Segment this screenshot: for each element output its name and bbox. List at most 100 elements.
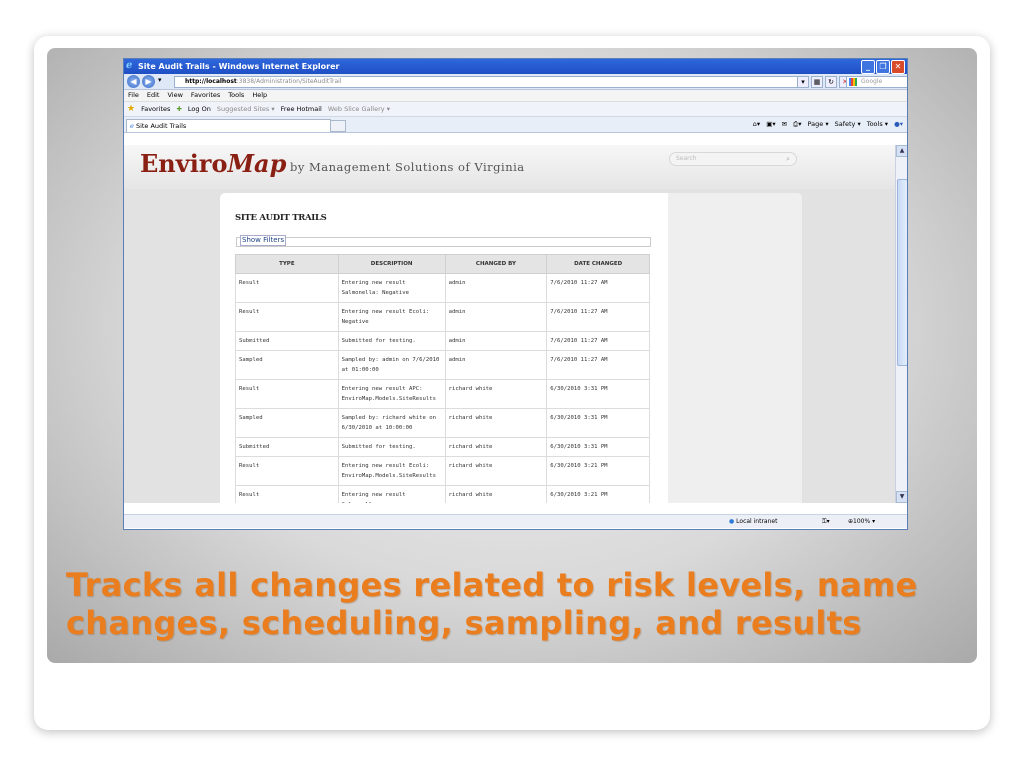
tab-ie-icon: ℯ <box>130 122 134 130</box>
table-row: Submitted Submitted for testing. richard w… <box>235 437 650 457</box>
cmd-safety[interactable]: Safety ▾ <box>835 119 861 130</box>
content-panel: SITE AUDIT TRAILS Show Filters TYPE DESC… <box>220 193 802 503</box>
vertical-scrollbar[interactable]: ▲ ▼ <box>895 145 907 503</box>
search-input[interactable]: Google <box>846 76 907 88</box>
menu-bar: File Edit View Favorites Tools Help <box>124 90 907 102</box>
table-row: Submitted Submitted for testing. admin 7/6/… <box>235 331 650 351</box>
table-row: Result Entering new result Salmonella: Ne… <box>235 273 650 303</box>
cmd-tools[interactable]: Tools ▾ <box>867 119 888 130</box>
cell-changed-by: richard white <box>444 379 548 409</box>
cell-type: Sampled <box>235 408 339 438</box>
col-header-description[interactable]: DESCRIPTION <box>337 254 446 274</box>
fav-link-free-hotmail[interactable]: Free Hotmail <box>281 102 322 116</box>
cell-type: Result <box>235 456 339 486</box>
new-tab-button[interactable] <box>330 120 346 132</box>
maximize-icon[interactable]: ❐ <box>876 60 890 74</box>
menu-edit[interactable]: Edit <box>147 90 160 101</box>
table-row: Result Entering new result Ecoli: EnviroM… <box>235 456 650 486</box>
cell-description: Entering new result Salmonella: <box>337 485 446 503</box>
site-search-placeholder: Search <box>676 155 697 162</box>
intranet-icon: ● <box>729 518 735 525</box>
cell-description: Entering new result Salmonella: Negative <box>337 273 446 303</box>
slide-caption: Tracks all changes related to risk level… <box>66 566 918 642</box>
minimize-icon[interactable]: _ <box>861 60 875 74</box>
favorites-star-icon[interactable]: ★ <box>127 102 135 116</box>
url-path: :3838/Administration/SiteAuditTrail <box>236 78 342 85</box>
fav-link-log-on[interactable]: Log On <box>188 102 211 116</box>
menu-help[interactable]: Help <box>252 90 267 101</box>
help-icon[interactable]: ●▾ <box>894 119 903 130</box>
table-header-row: TYPE DESCRIPTION CHANGED BY DATE CHANGED <box>235 254 650 274</box>
fav-link-web-slice-gallery[interactable]: Web Slice Gallery ▾ <box>328 102 390 116</box>
forward-icon[interactable]: ▶ <box>142 75 155 88</box>
cell-type: Result <box>235 379 339 409</box>
cell-changed-by: richard white <box>444 437 548 457</box>
dropdown-icon[interactable]: ▾ <box>797 76 809 88</box>
status-bar: ● Local intranet ⚿▾ ⊕100% ▾ <box>124 514 907 528</box>
menu-view[interactable]: View <box>167 90 182 101</box>
menu-favorites[interactable]: Favorites <box>191 90 220 101</box>
cell-changed-by: richard white <box>444 456 548 486</box>
back-icon[interactable]: ◀ <box>127 75 140 88</box>
site-search-icon[interactable]: ⌕ <box>786 153 790 165</box>
col-header-date-changed[interactable]: DATE CHANGED <box>546 254 650 274</box>
fav-link-suggested-sites[interactable]: Suggested Sites ▾ <box>217 102 275 116</box>
address-input[interactable]: http://localhost:3838/Administration/Sit… <box>174 76 806 88</box>
ie-logo-icon: ℯ <box>126 60 133 71</box>
table-row: Sampled Sampled by: richard white on 6/30… <box>235 408 650 438</box>
site-tagline: by Management Solutions of Virginia <box>290 160 525 174</box>
google-icon <box>849 78 857 86</box>
cell-changed-by: richard white <box>444 408 548 438</box>
cell-type: Result <box>235 273 339 303</box>
url-host: http://localhost <box>185 78 237 85</box>
cell-type: Submitted <box>235 437 339 457</box>
security-zone[interactable]: ● Local intranet <box>729 515 777 528</box>
col-header-changed-by[interactable]: CHANGED BY <box>444 254 548 274</box>
refresh-icon[interactable]: ↻ <box>825 76 837 88</box>
cell-description: Entering new result APC: EnviroMap.Model… <box>337 379 446 409</box>
cell-type: Sampled <box>235 350 339 380</box>
page-title: SITE AUDIT TRAILS <box>235 213 327 223</box>
scroll-up-icon[interactable]: ▲ <box>896 145 907 157</box>
window-titlebar: ℯ Site Audit Trails - Windows Internet E… <box>124 59 907 74</box>
menu-tools[interactable]: Tools <box>228 90 244 101</box>
recent-pages-icon[interactable]: ▾ <box>158 76 162 84</box>
cell-description: Entering new result Ecoli: Negative <box>337 302 446 332</box>
cell-description: Sampled by: admin on 7/6/2010 at 01:00:0… <box>337 350 446 380</box>
cell-date-changed: 6/30/2010 3:21 PM <box>546 456 650 486</box>
print-icon[interactable]: ⎙▾ <box>793 119 801 130</box>
browser-window: ℯ Site Audit Trails - Windows Internet E… <box>123 58 908 530</box>
scroll-down-icon[interactable]: ▼ <box>896 491 907 503</box>
cell-type: Result <box>235 485 339 503</box>
favorites-button[interactable]: Favorites <box>141 102 170 116</box>
cmd-page[interactable]: Page ▾ <box>808 119 829 130</box>
tab-site-audit-trails[interactable]: ℯ Site Audit Trails <box>126 119 331 132</box>
show-filters-button[interactable]: Show Filters <box>240 235 287 246</box>
feeds-icon[interactable]: ▣▾ <box>766 119 775 130</box>
tab-bar: ℯ Site Audit Trails ⌂▾ ▣▾ ✉ ⎙▾ Page ▾ Sa… <box>124 117 907 133</box>
zone-label: Local intranet <box>736 518 778 525</box>
cell-date-changed: 6/30/2010 3:31 PM <box>546 379 650 409</box>
cell-changed-by: richard white <box>444 485 548 503</box>
site-search-input[interactable]: Search ⌕ <box>669 152 797 166</box>
cell-date-changed: 7/6/2010 11:27 AM <box>546 331 650 351</box>
mail-icon[interactable]: ✉ <box>782 119 787 130</box>
favorites-bar: ★ Favorites ✚ Log On Suggested Sites ▾ F… <box>124 102 907 117</box>
command-bar: ⌂▾ ▣▾ ✉ ⎙▾ Page ▾ Safety ▾ Tools ▾ ●▾ <box>753 119 903 130</box>
close-icon[interactable]: ✕ <box>891 60 905 74</box>
filter-box <box>236 237 651 247</box>
cell-changed-by: admin <box>444 302 548 332</box>
site-logo[interactable]: EnviroMap <box>140 149 286 178</box>
cell-changed-by: admin <box>444 273 548 303</box>
cell-changed-by: admin <box>444 331 548 351</box>
protected-mode-icon[interactable]: ⚿▾ <box>822 515 830 528</box>
zoom-control[interactable]: ⊕100% ▾ <box>848 515 875 528</box>
home-icon[interactable]: ⌂▾ <box>753 119 760 130</box>
scroll-thumb[interactable] <box>897 179 907 366</box>
window-title: Site Audit Trails - Windows Internet Exp… <box>138 62 340 71</box>
add-favorite-icon[interactable]: ✚ <box>176 102 181 116</box>
col-header-type[interactable]: TYPE <box>235 254 339 274</box>
cell-date-changed: 7/6/2010 11:27 AM <box>546 302 650 332</box>
menu-file[interactable]: File <box>128 90 139 101</box>
compat-icon[interactable]: ▦ <box>811 76 823 88</box>
